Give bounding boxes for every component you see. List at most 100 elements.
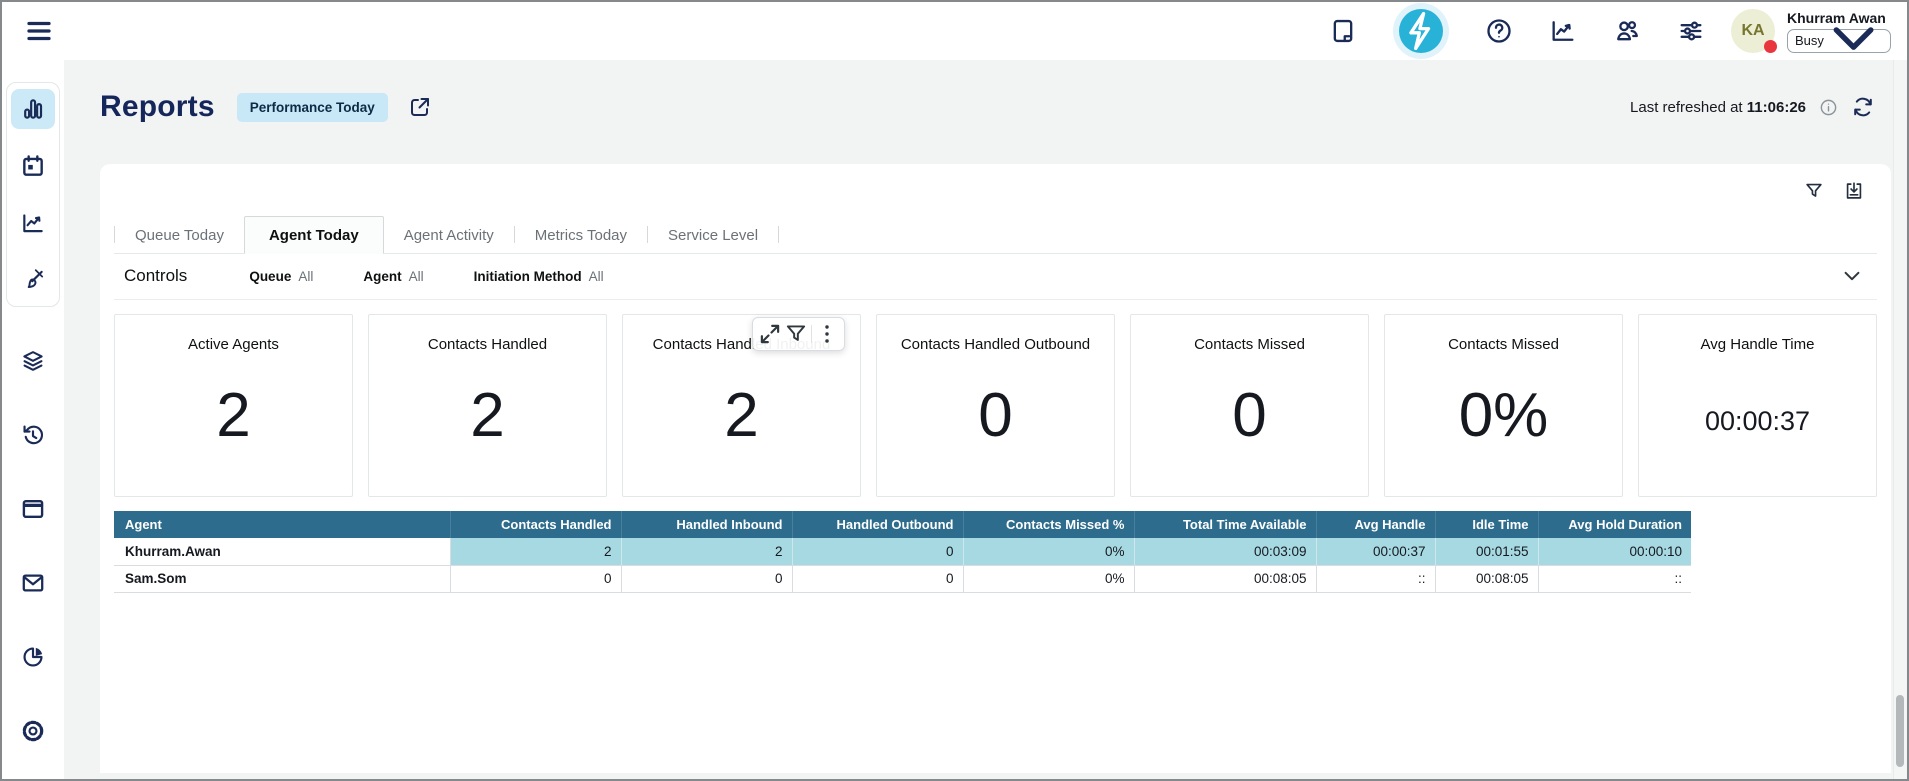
kpi-card-5[interactable]: Contacts Missed0% [1384, 314, 1623, 497]
tab-metrics-today[interactable]: Metrics Today [515, 217, 647, 253]
sidebar-item-line-chart[interactable] [11, 203, 55, 243]
kpi-card-6[interactable]: Avg Handle Time 00:00:37 [1638, 314, 1877, 497]
kpi-card-title: Contacts Missed [1442, 336, 1565, 353]
column-header-avg-handle[interactable]: Avg Handle [1316, 511, 1435, 538]
last-refreshed-text: Last refreshed at 11:06:26 [1630, 99, 1806, 116]
kebab-icon[interactable] [814, 321, 840, 347]
sidebar-item-history[interactable] [11, 421, 55, 449]
toolbar-divider [811, 325, 812, 343]
tab-queue-today[interactable]: Queue Today [115, 217, 244, 253]
table-cell: 2 [450, 538, 621, 565]
status-select[interactable]: Busy [1787, 29, 1891, 53]
card-hover-toolbar [752, 317, 845, 351]
download-icon[interactable] [1843, 180, 1865, 202]
status-dot [1764, 40, 1777, 53]
controls-bar: Controls QueueAllAgentAllInitiation Meth… [114, 254, 1877, 300]
column-header-contacts-missed-[interactable]: Contacts Missed % [963, 511, 1134, 538]
kpi-card-4[interactable]: Contacts Missed0 [1130, 314, 1369, 497]
column-header-idle-time[interactable]: Idle Time [1435, 511, 1538, 538]
pie-chart-icon [20, 644, 46, 670]
tab-service-level[interactable]: Service Level [648, 217, 778, 253]
scrollbar-thumb[interactable] [1896, 695, 1904, 767]
kpi-card-title: Avg Handle Time [1695, 336, 1821, 353]
table-cell: 2 [621, 538, 792, 565]
filter-value: All [409, 269, 424, 284]
sidebar-report-group [6, 82, 60, 307]
filter-queue[interactable]: Queue All [249, 269, 313, 284]
table-row[interactable]: Sam.Som0000%00:08:05::00:08:05:: [114, 565, 1691, 592]
kpi-card-title: Contacts Handled [422, 336, 553, 353]
table-cell: 0% [963, 565, 1134, 592]
tab-divider [778, 226, 779, 243]
table-cell: 0 [621, 565, 792, 592]
tab-agent-today[interactable]: Agent Today [244, 216, 384, 254]
kpi-card-title: Active Agents [182, 336, 285, 353]
sidebar-item-layers[interactable] [11, 347, 55, 375]
kpi-card-value: 00:00:37 [1705, 357, 1810, 496]
filter-initiation-method[interactable]: Initiation MethodAll [474, 269, 604, 284]
agent-name-cell: Khurram.Awan [114, 538, 450, 565]
table-row[interactable]: Khurram.Awan2200%00:03:0900:00:3700:01:5… [114, 538, 1691, 565]
report-tabs: Queue TodayAgent TodayAgent ActivityMetr… [114, 216, 1877, 254]
scrollbar[interactable] [1893, 60, 1906, 779]
agent-name-cell: Sam.Som [114, 565, 450, 592]
table-cell: 00:03:09 [1134, 538, 1316, 565]
kpi-card-2[interactable]: Contacts Handled Inbound2 [622, 314, 861, 497]
refresh-icon[interactable] [1851, 95, 1875, 119]
controls-collapse-chevron-icon[interactable] [1841, 265, 1863, 287]
calendar-icon [20, 153, 46, 179]
kpi-card-value: 0 [978, 357, 1012, 496]
report-panel: Queue TodayAgent TodayAgent ActivityMetr… [100, 164, 1891, 773]
kpi-card-value: 2 [724, 357, 758, 496]
filter-agent[interactable]: AgentAll [363, 269, 423, 284]
kpi-card-1[interactable]: Contacts Handled 2 [368, 314, 607, 497]
analytics-icon[interactable] [1549, 17, 1577, 45]
last-refreshed-time: 11:06:26 [1747, 99, 1806, 116]
sliders-icon[interactable] [1677, 17, 1705, 45]
column-header-avg-hold-duration[interactable]: Avg Hold Duration [1538, 511, 1691, 538]
kpi-card-3[interactable]: Contacts Handled Outbound 0 [876, 314, 1115, 497]
filter-value: All [589, 269, 604, 284]
sidebar-item-pie-chart[interactable] [11, 643, 55, 671]
lightning-icon[interactable] [1393, 3, 1449, 59]
status-select-value: Busy [1795, 33, 1824, 48]
sidebar-item-window[interactable] [11, 495, 55, 523]
table-cell: 0 [450, 565, 621, 592]
controls-title: Controls [124, 266, 187, 286]
app-window: KA Khurram Awan Busy Reports Performance… [0, 0, 1909, 781]
column-header-handled-inbound[interactable]: Handled Inbound [621, 511, 792, 538]
filter-icon[interactable] [1803, 180, 1825, 202]
external-link-icon[interactable] [408, 95, 432, 119]
filter-value: All [298, 269, 313, 284]
help-icon[interactable] [1485, 17, 1513, 45]
people-icon[interactable] [1613, 17, 1641, 45]
note-icon[interactable] [1329, 17, 1357, 45]
sidebar-item-bar-chart[interactable] [11, 89, 55, 129]
kpi-card-value: 2 [216, 357, 250, 496]
main-content: Reports Performance Today Last refreshed… [64, 60, 1907, 779]
kpi-cards: Active Agents2Contacts Handled2Contacts … [114, 314, 1877, 497]
column-header-handled-outbound[interactable]: Handled Outbound [792, 511, 963, 538]
table-cell: 0% [963, 538, 1134, 565]
filter-icon[interactable] [783, 321, 809, 347]
sidebar-item-calendar[interactable] [11, 146, 55, 186]
expand-icon[interactable] [757, 321, 783, 347]
avatar[interactable]: KA [1731, 9, 1775, 53]
kpi-card-value: 2 [470, 357, 504, 496]
table-cell: 00:00:10 [1538, 538, 1691, 565]
bar-chart-icon [20, 96, 46, 122]
sidebar-item-brush[interactable] [11, 260, 55, 300]
hamburger-menu-icon[interactable] [24, 16, 54, 46]
filter-label: Queue [249, 269, 291, 284]
tab-agent-activity[interactable]: Agent Activity [384, 217, 514, 253]
kpi-card-0[interactable]: Active Agents 2 [114, 314, 353, 497]
info-icon[interactable] [1819, 98, 1838, 117]
report-badge[interactable]: Performance Today [237, 93, 388, 122]
column-header-contacts-handled[interactable]: Contacts Handled [450, 511, 621, 538]
history-icon [20, 422, 46, 448]
sidebar-item-settings[interactable] [11, 717, 55, 745]
column-header-agent[interactable]: Agent [114, 511, 450, 538]
column-header-total-time-available[interactable]: Total Time Available [1134, 511, 1316, 538]
kpi-card-title: Contacts Handled Outbound [895, 336, 1096, 353]
sidebar-item-mail[interactable] [11, 569, 55, 597]
